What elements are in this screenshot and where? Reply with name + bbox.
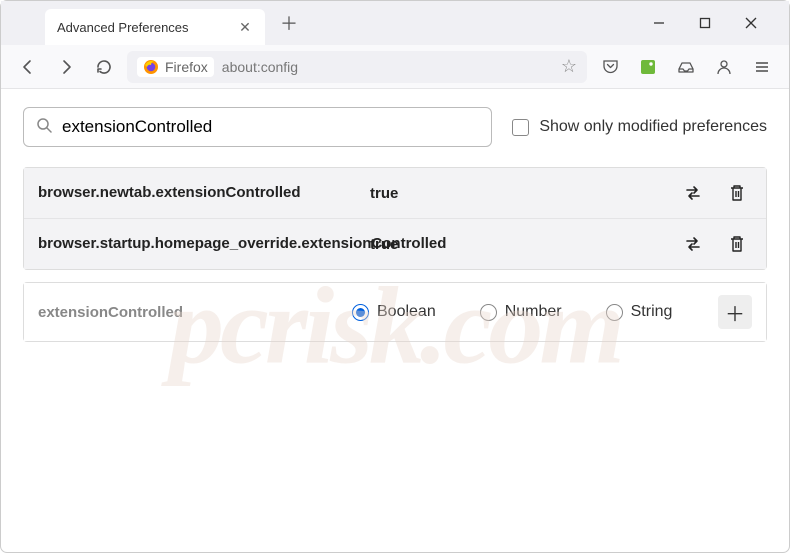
- preferences-table: browser.newtab.extensionControlled true …: [23, 167, 767, 270]
- account-icon[interactable]: [709, 52, 739, 82]
- firefox-icon: [143, 59, 159, 75]
- toggle-icon[interactable]: [678, 178, 708, 208]
- inbox-icon[interactable]: [671, 52, 701, 82]
- radio-label: String: [631, 303, 673, 321]
- url-bar[interactable]: Firefox about:config ☆: [127, 51, 587, 83]
- table-row[interactable]: browser.startup.homepage_override.extens…: [24, 219, 766, 269]
- tab-title: Advanced Preferences: [57, 20, 189, 35]
- delete-icon[interactable]: [722, 178, 752, 208]
- radio-icon: [480, 304, 497, 321]
- show-modified-label: Show only modified preferences: [539, 118, 767, 136]
- radio-icon: [352, 304, 369, 321]
- site-identity[interactable]: Firefox: [137, 57, 214, 77]
- close-tab-icon[interactable]: ✕: [237, 19, 253, 35]
- row-actions: [678, 178, 752, 208]
- pref-name: browser.startup.homepage_override.extens…: [38, 234, 358, 254]
- search-input[interactable]: [62, 117, 479, 137]
- extension-icon[interactable]: [633, 52, 663, 82]
- delete-icon[interactable]: [722, 229, 752, 259]
- radio-label: Number: [505, 303, 562, 321]
- search-box[interactable]: [23, 107, 492, 147]
- new-tab-button[interactable]: ＋: [275, 9, 303, 37]
- pref-value: true: [370, 185, 666, 202]
- type-radio-group: Boolean Number String: [352, 303, 704, 321]
- bookmark-star-icon[interactable]: ☆: [561, 56, 577, 77]
- toggle-icon[interactable]: [678, 229, 708, 259]
- pref-name: browser.newtab.extensionControlled: [38, 183, 358, 203]
- minimize-button[interactable]: [643, 7, 675, 39]
- maximize-button[interactable]: [689, 7, 721, 39]
- new-pref-box: extensionControlled Boolean Number Strin…: [23, 282, 767, 342]
- search-icon: [36, 117, 52, 138]
- radio-number[interactable]: Number: [480, 303, 562, 321]
- add-pref-button[interactable]: ＋: [718, 295, 752, 329]
- row-actions: [678, 229, 752, 259]
- radio-label: Boolean: [377, 303, 436, 321]
- aboutconfig-content: Show only modified preferences browser.n…: [1, 89, 789, 360]
- menu-button[interactable]: [747, 52, 777, 82]
- radio-icon: [606, 304, 623, 321]
- url-text: about:config: [222, 59, 553, 75]
- window-controls: [643, 7, 789, 39]
- browser-tab[interactable]: Advanced Preferences ✕: [45, 9, 265, 45]
- new-pref-row: extensionControlled Boolean Number Strin…: [24, 283, 766, 341]
- table-row[interactable]: browser.newtab.extensionControlled true: [24, 168, 766, 219]
- close-window-button[interactable]: [735, 7, 767, 39]
- reload-button[interactable]: [89, 52, 119, 82]
- pref-value: true: [370, 236, 666, 253]
- forward-button[interactable]: [51, 52, 81, 82]
- nav-toolbar: Firefox about:config ☆: [1, 45, 789, 89]
- radio-string[interactable]: String: [606, 303, 673, 321]
- checkbox-icon: [512, 119, 529, 136]
- identity-label: Firefox: [165, 59, 208, 75]
- radio-boolean[interactable]: Boolean: [352, 303, 436, 321]
- pocket-icon[interactable]: [595, 52, 625, 82]
- titlebar: Advanced Preferences ✕ ＋: [1, 1, 789, 45]
- search-row: Show only modified preferences: [23, 107, 767, 147]
- show-modified-checkbox[interactable]: Show only modified preferences: [512, 118, 767, 136]
- back-button[interactable]: [13, 52, 43, 82]
- new-pref-name: extensionControlled: [38, 304, 338, 321]
